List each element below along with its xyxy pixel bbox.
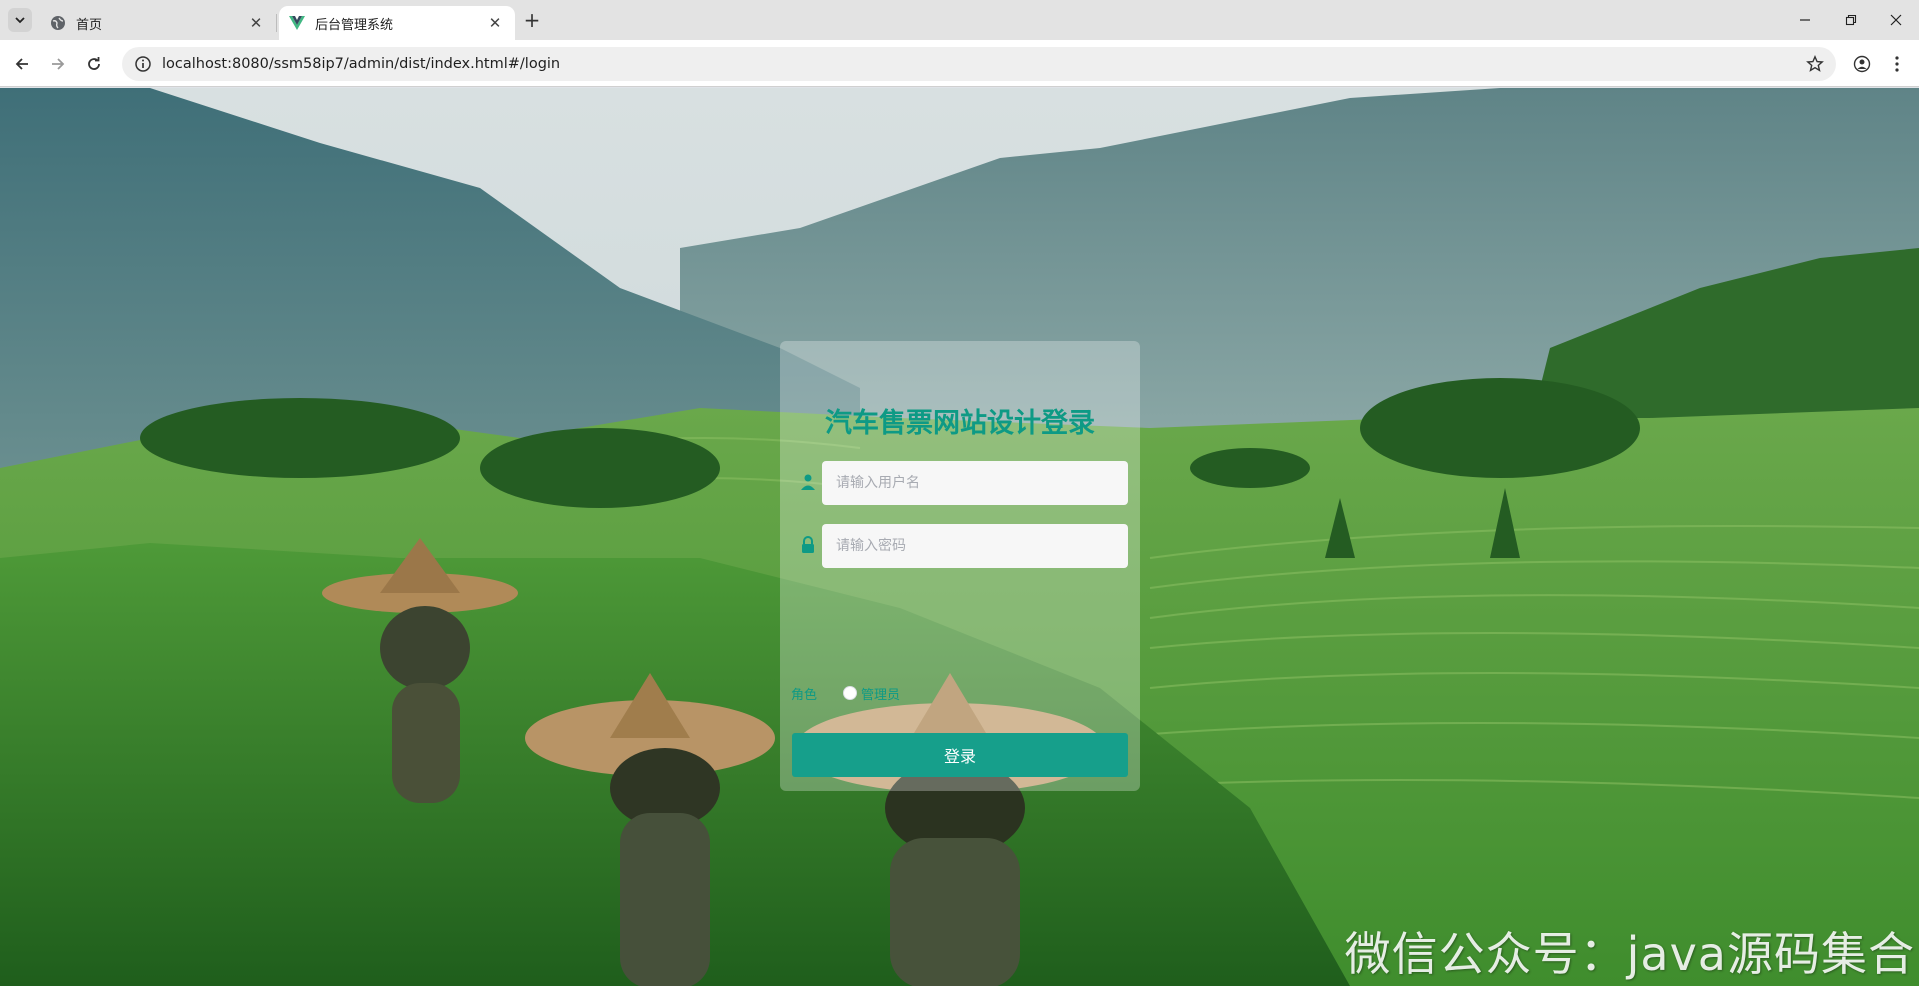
url-text: localhost:8080/ssm58ip7/admin/dist/index… — [162, 56, 561, 72]
role-radio-admin[interactable] — [843, 686, 857, 700]
password-input[interactable] — [822, 524, 1128, 568]
star-icon[interactable] — [1806, 55, 1824, 73]
kebab-menu-icon — [1895, 56, 1899, 72]
watermark-text: 微信公众号：java源码集合 — [1344, 927, 1915, 981]
close-icon[interactable]: ✕ — [485, 13, 505, 33]
info-icon[interactable] — [134, 55, 152, 73]
vue-logo-icon — [289, 16, 305, 30]
new-tab-button[interactable]: + — [520, 8, 544, 32]
role-option-label[interactable]: 管理员 — [861, 684, 900, 703]
lock-icon — [802, 536, 814, 553]
profile-icon — [1853, 55, 1871, 73]
password-row — [780, 524, 1140, 568]
tab-separator — [276, 14, 277, 32]
username-input[interactable] — [822, 461, 1128, 505]
tab-title: 后台管理系统 — [315, 17, 394, 33]
tab-list-button[interactable] — [8, 8, 32, 32]
role-label: 角色 — [791, 687, 818, 703]
reload-button[interactable] — [80, 50, 108, 78]
browser-toolbar: localhost:8080/ssm58ip7/admin/dist/index… — [0, 40, 1919, 87]
globe-icon — [51, 16, 65, 30]
tab-home[interactable]: 首页 ✕ — [40, 6, 276, 40]
browser-menu-button[interactable] — [1885, 52, 1909, 76]
user-icon — [801, 474, 815, 490]
tab-title: 首页 — [76, 17, 103, 33]
login-button[interactable]: 登录 — [792, 733, 1128, 777]
profile-button[interactable] — [1850, 52, 1874, 76]
arrow-right-icon — [52, 58, 65, 70]
close-icon — [1890, 14, 1902, 26]
browser-tab-bar: 首页 ✕ 后台管理系统 ✕ + — [0, 0, 1919, 40]
login-title: 汽车售票网站设计登录 — [825, 408, 1095, 439]
minimize-icon — [1800, 19, 1810, 21]
username-row — [780, 461, 1140, 505]
forward-button[interactable] — [44, 50, 72, 78]
back-button[interactable] — [8, 50, 36, 78]
tab-admin[interactable]: 后台管理系统 ✕ — [279, 6, 515, 40]
login-form: 汽车售票网站设计登录 角色 管理员 登录 — [780, 341, 1140, 791]
arrow-left-icon — [15, 58, 28, 70]
plus-icon: + — [523, 8, 541, 32]
minimize-button[interactable] — [1782, 0, 1828, 40]
restore-icon — [1845, 14, 1857, 26]
window-close-button[interactable] — [1873, 0, 1919, 40]
role-selector: 角色 管理员 — [791, 681, 1131, 705]
reload-icon — [88, 57, 100, 70]
address-bar[interactable]: localhost:8080/ssm58ip7/admin/dist/index… — [122, 47, 1836, 81]
close-icon[interactable]: ✕ — [246, 13, 266, 33]
chevron-down-icon — [15, 17, 25, 24]
page-viewport: 汽车售票网站设计登录 角色 管理员 登录 微信公众号：java源码集合 — [0, 88, 1919, 986]
restore-button[interactable] — [1828, 0, 1874, 40]
